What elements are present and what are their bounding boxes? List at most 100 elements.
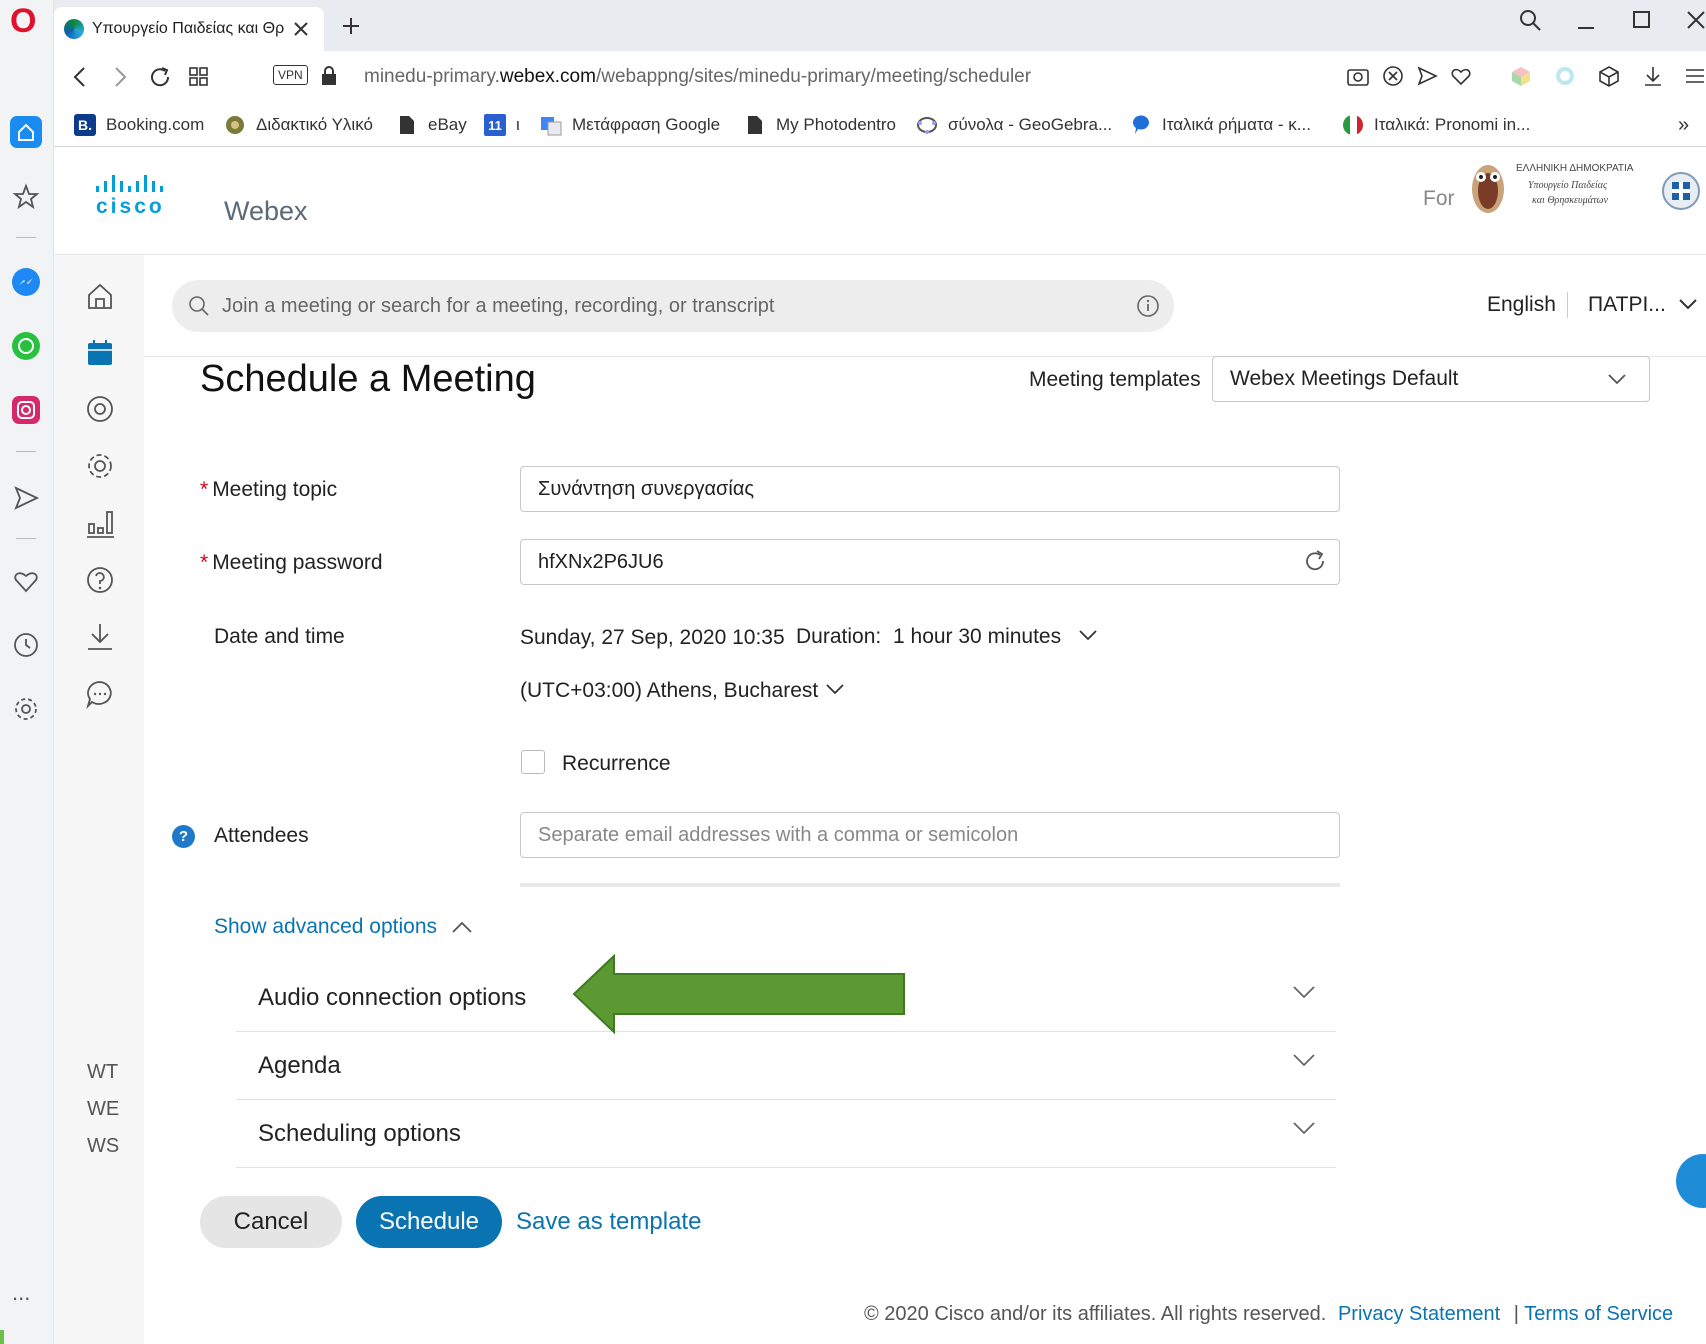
nav-ws[interactable]: WS bbox=[87, 1135, 119, 1158]
download-nav-icon[interactable] bbox=[84, 621, 116, 653]
meeting-topic-input[interactable] bbox=[520, 466, 1340, 512]
messenger-icon[interactable] bbox=[12, 268, 40, 296]
tab-close-icon[interactable] bbox=[292, 20, 310, 38]
instagram-icon[interactable] bbox=[12, 396, 40, 424]
extension-circle-icon[interactable] bbox=[1554, 65, 1576, 87]
duration-value[interactable]: 1 hour 30 minutes bbox=[893, 625, 1061, 649]
new-tab-icon[interactable] bbox=[341, 16, 361, 36]
history-icon[interactable] bbox=[12, 631, 40, 659]
help-bubble-button[interactable] bbox=[1676, 1154, 1706, 1208]
share-send-icon[interactable] bbox=[1416, 65, 1438, 87]
nav-we[interactable]: WE bbox=[87, 1098, 119, 1121]
recurrence-checkbox[interactable] bbox=[521, 750, 545, 774]
bookmarks-more[interactable]: » bbox=[1678, 103, 1689, 147]
tab-search-icon[interactable] bbox=[1518, 8, 1542, 32]
language-selector[interactable]: English bbox=[1487, 293, 1556, 317]
lock-icon[interactable] bbox=[320, 65, 338, 87]
translate-icon bbox=[540, 114, 562, 136]
webex-header: cisco Webex For ΕΛΛΗΝΙΚΗ ΔΗΜΟΚΡΑΤΙΑ Υπου… bbox=[54, 147, 1706, 255]
bookmark-item[interactable]: Ιταλικά ρήματα - κ... bbox=[1130, 103, 1311, 147]
geogebra-icon bbox=[916, 114, 938, 136]
page-icon bbox=[396, 114, 418, 136]
cisco-webex-logo[interactable]: cisco Webex bbox=[94, 175, 334, 231]
minimize-icon[interactable] bbox=[1576, 14, 1596, 34]
seal-icon bbox=[224, 114, 246, 136]
url-prefix: minedu-primary. bbox=[364, 66, 500, 87]
adblock-icon[interactable] bbox=[1382, 65, 1404, 87]
attendees-help-icon[interactable]: ? bbox=[172, 825, 195, 848]
save-as-template-link[interactable]: Save as template bbox=[516, 1208, 701, 1236]
forward-icon[interactable] bbox=[110, 66, 130, 88]
attendees-input[interactable] bbox=[520, 812, 1340, 858]
duration-label: Duration: bbox=[796, 625, 882, 648]
nav-wt[interactable]: WT bbox=[87, 1061, 118, 1084]
help-question-icon[interactable] bbox=[84, 564, 116, 596]
cancel-button[interactable]: Cancel bbox=[200, 1196, 342, 1248]
meetings-calendar-icon[interactable] bbox=[84, 337, 116, 369]
bookmark-item[interactable]: My Photodentro bbox=[744, 103, 896, 147]
regenerate-password-icon[interactable] bbox=[1303, 549, 1327, 573]
extension-cube-icon[interactable] bbox=[1510, 65, 1532, 87]
user-menu[interactable]: ΠΑΤΡΙ... bbox=[1588, 293, 1666, 317]
speed-dial-icon[interactable] bbox=[188, 66, 210, 88]
opera-logo[interactable]: O bbox=[10, 2, 44, 40]
bookmark-item[interactable]: σύνολα - GeoGebra... bbox=[916, 103, 1112, 147]
extension-box-icon[interactable] bbox=[1598, 65, 1620, 87]
home-icon[interactable] bbox=[10, 116, 42, 148]
bookmark-item[interactable]: eBay bbox=[396, 103, 467, 147]
vpn-badge[interactable]: VPN bbox=[273, 65, 308, 85]
user-menu-chevron-icon[interactable] bbox=[1678, 296, 1698, 312]
feedback-chat-icon[interactable] bbox=[84, 678, 116, 710]
template-dropdown[interactable]: Webex Meetings Default bbox=[1212, 356, 1650, 402]
advanced-options-label: Show advanced options bbox=[214, 915, 437, 938]
browser-tab[interactable]: Υπουργείο Παιδείας και Θρ bbox=[54, 7, 324, 51]
whatsapp-icon[interactable] bbox=[12, 332, 40, 360]
timezone-value[interactable]: (UTC+03:00) Athens, Bucharest bbox=[520, 679, 818, 703]
bookmark-heart-icon[interactable] bbox=[1450, 65, 1472, 87]
chevron-down-icon bbox=[1293, 986, 1315, 999]
ministry-logo: ΕΛΛΗΝΙΚΗ ΔΗΜΟΚΡΑΤΙΑ Υπουργείο Παιδείας κ… bbox=[1466, 159, 1706, 223]
search-bar[interactable]: Join a meeting or search for a meeting, … bbox=[172, 280, 1174, 332]
agenda-row[interactable]: Agenda bbox=[236, 1032, 1336, 1100]
send-icon[interactable] bbox=[12, 484, 40, 512]
url-field[interactable]: minedu-primary.webex.com/webappng/sites/… bbox=[364, 66, 1031, 88]
easy-setup-icon[interactable] bbox=[1684, 65, 1706, 87]
page-icon bbox=[744, 114, 766, 136]
recurrence-label[interactable]: Recurrence bbox=[562, 752, 671, 776]
bookmark-item[interactable]: 11 ι bbox=[484, 103, 520, 147]
duration-chevron-icon[interactable] bbox=[1078, 628, 1098, 642]
show-advanced-options-toggle[interactable]: Show advanced options bbox=[214, 915, 473, 939]
scheduling-options-row[interactable]: Scheduling options bbox=[236, 1100, 1336, 1168]
home-nav-icon[interactable] bbox=[84, 280, 116, 312]
bookmark-item[interactable]: Διδακτικό Υλικό bbox=[224, 103, 373, 147]
footer: © 2020 Cisco and/or its affiliates. All … bbox=[864, 1303, 1673, 1326]
sidebar-more-icon[interactable]: ... bbox=[12, 1280, 30, 1306]
back-icon[interactable] bbox=[70, 66, 90, 88]
camera-icon[interactable] bbox=[1346, 65, 1370, 87]
privacy-statement-link[interactable]: Privacy Statement bbox=[1338, 1303, 1500, 1325]
timezone-chevron-icon[interactable] bbox=[825, 682, 845, 696]
maximize-icon[interactable] bbox=[1632, 10, 1652, 30]
bookmark-label: Ιταλικά ρήματα - κ... bbox=[1162, 115, 1311, 134]
bookmark-item[interactable]: Μετάφραση Google bbox=[540, 103, 720, 147]
terms-of-service-link[interactable]: Terms of Service bbox=[1524, 1303, 1673, 1325]
bookmark-item[interactable]: B. Booking.com bbox=[74, 103, 204, 147]
meeting-password-input[interactable] bbox=[520, 539, 1340, 585]
download-icon[interactable] bbox=[1642, 65, 1664, 87]
date-value[interactable]: Sunday, 27 Sep, 2020 10:35 bbox=[520, 626, 785, 650]
info-icon[interactable] bbox=[1136, 294, 1160, 318]
insights-chart-icon[interactable] bbox=[84, 507, 116, 539]
settings-icon[interactable] bbox=[12, 695, 40, 723]
star-icon[interactable] bbox=[12, 183, 40, 211]
reload-icon[interactable] bbox=[148, 65, 172, 89]
meeting-password-label: * Meeting password bbox=[200, 551, 383, 575]
bookmark-item[interactable]: Ιταλικά: Pronomi in... bbox=[1342, 103, 1530, 147]
schedule-button[interactable]: Schedule bbox=[356, 1196, 502, 1248]
preferences-gear-icon[interactable] bbox=[84, 450, 116, 482]
window-close-icon[interactable] bbox=[1686, 10, 1706, 30]
template-value: Webex Meetings Default bbox=[1230, 367, 1459, 390]
recordings-icon[interactable] bbox=[84, 393, 116, 425]
address-bar-row: VPN minedu-primary.webex.com/webappng/si… bbox=[54, 51, 1706, 103]
heart-icon[interactable] bbox=[12, 567, 40, 595]
tab-title: Υπουργείο Παιδείας και Θρ bbox=[92, 20, 285, 37]
